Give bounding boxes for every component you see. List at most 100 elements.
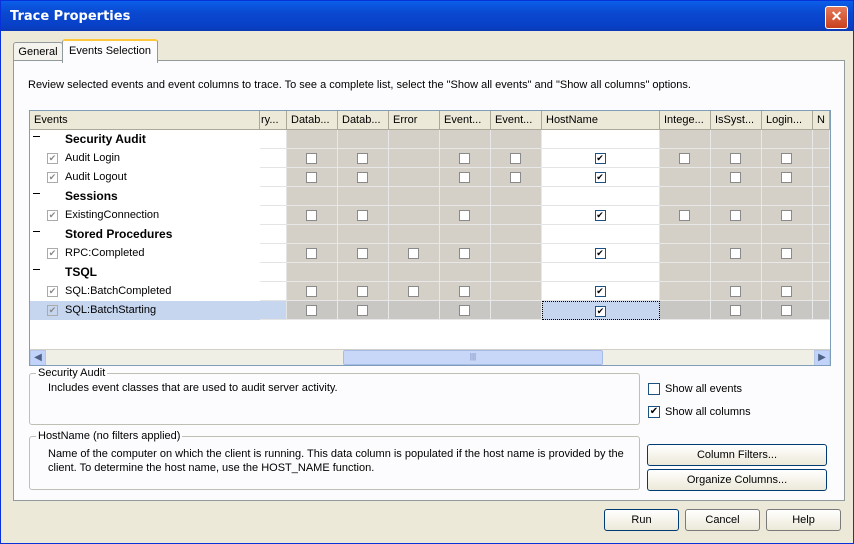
grid-cell[interactable]	[338, 168, 389, 187]
grid-cell[interactable]	[389, 149, 440, 168]
grid-cell[interactable]	[542, 301, 660, 320]
column-checkbox[interactable]	[781, 248, 792, 259]
column-checkbox[interactable]	[510, 172, 521, 183]
column-checkbox[interactable]	[730, 210, 741, 221]
grid-cell[interactable]	[287, 206, 338, 225]
category-row[interactable]: Stored Procedures	[30, 225, 830, 244]
column-checkbox[interactable]	[594, 248, 606, 259]
grid-cell[interactable]	[491, 301, 542, 320]
column-header-event-2[interactable]: Event...	[491, 111, 542, 129]
column-checkbox[interactable]	[730, 248, 741, 259]
grid-cell[interactable]	[711, 168, 762, 187]
grid-cell[interactable]	[660, 244, 711, 263]
column-checkbox[interactable]	[357, 286, 368, 297]
grid-cell[interactable]	[660, 282, 711, 301]
column-checkbox[interactable]	[408, 286, 419, 297]
grid-cell[interactable]	[260, 168, 287, 187]
grid-cell[interactable]	[711, 282, 762, 301]
show-all-columns-label[interactable]: Show all columns	[665, 406, 751, 418]
collapse-icon[interactable]	[33, 193, 40, 194]
organize-columns-button[interactable]: Organize Columns...	[647, 469, 827, 491]
help-button[interactable]: Help	[766, 509, 841, 531]
grid-cell[interactable]	[287, 168, 338, 187]
column-checkbox[interactable]	[781, 305, 792, 316]
column-checkbox[interactable]	[781, 210, 792, 221]
column-checkbox[interactable]	[730, 286, 741, 297]
column-checkbox[interactable]	[594, 210, 606, 221]
show-all-events-checkbox[interactable]	[648, 383, 660, 395]
grid-cell[interactable]	[260, 301, 287, 320]
grid-cell[interactable]	[660, 206, 711, 225]
column-checkbox[interactable]	[459, 286, 470, 297]
run-button[interactable]: Run	[604, 509, 679, 531]
grid-cell[interactable]	[813, 244, 830, 263]
grid-cell[interactable]	[491, 244, 542, 263]
column-checkbox[interactable]	[781, 172, 792, 183]
grid-cell[interactable]	[762, 168, 813, 187]
grid-cell[interactable]	[260, 282, 287, 301]
event-row[interactable]: ✔ ExistingConnection	[30, 206, 830, 225]
column-header-database-1[interactable]: Datab...	[287, 111, 338, 129]
column-checkbox[interactable]	[594, 172, 606, 183]
tab-events-selection[interactable]: Events Selection	[62, 39, 158, 63]
grid-cell[interactable]	[762, 244, 813, 263]
grid-cell[interactable]	[260, 244, 287, 263]
column-header-integer[interactable]: Intege...	[660, 111, 711, 129]
column-checkbox[interactable]	[459, 305, 470, 316]
grid-cell[interactable]	[389, 168, 440, 187]
column-header-events[interactable]: Events	[30, 111, 260, 129]
grid-cell[interactable]	[287, 301, 338, 320]
grid-cell[interactable]	[711, 149, 762, 168]
grid-cell[interactable]	[542, 244, 660, 263]
event-row[interactable]: ✔ Audit Login	[30, 149, 830, 168]
column-checkbox[interactable]	[730, 305, 741, 316]
grid-cell[interactable]	[762, 301, 813, 320]
grid-cell[interactable]	[389, 282, 440, 301]
column-header-database-2[interactable]: Datab...	[338, 111, 389, 129]
column-checkbox[interactable]	[306, 305, 317, 316]
grid-cell[interactable]	[389, 301, 440, 320]
column-header-error[interactable]: Error	[389, 111, 440, 129]
grid-cell[interactable]	[338, 206, 389, 225]
cancel-button[interactable]: Cancel	[685, 509, 760, 531]
event-checkbox[interactable]: ✔	[47, 210, 58, 221]
grid-cell[interactable]	[660, 301, 711, 320]
grid-cell[interactable]	[542, 282, 660, 301]
event-checkbox[interactable]: ✔	[47, 172, 58, 183]
column-checkbox[interactable]	[459, 248, 470, 259]
grid-cell[interactable]	[440, 168, 491, 187]
grid-cell[interactable]	[260, 149, 287, 168]
tab-general[interactable]: General	[13, 42, 63, 61]
grid-cell[interactable]	[542, 168, 660, 187]
grid-cell[interactable]	[338, 149, 389, 168]
event-row[interactable]: ✔ SQL:BatchCompleted	[30, 282, 830, 301]
collapse-icon[interactable]	[33, 136, 40, 137]
grid-cell[interactable]	[660, 168, 711, 187]
column-checkbox[interactable]	[459, 210, 470, 221]
event-row[interactable]: ✔ SQL:BatchStarting	[30, 301, 830, 320]
grid-cell[interactable]	[491, 282, 542, 301]
grid-cell[interactable]	[389, 244, 440, 263]
category-row[interactable]: Security Audit	[30, 130, 830, 149]
grid-cell[interactable]	[762, 149, 813, 168]
grid-cell[interactable]	[491, 168, 542, 187]
show-all-events-label[interactable]: Show all events	[665, 383, 742, 395]
column-checkbox[interactable]	[679, 153, 690, 164]
grid-cell[interactable]	[542, 206, 660, 225]
column-checkbox[interactable]	[306, 153, 317, 164]
grid-cell[interactable]	[660, 149, 711, 168]
grid-cell[interactable]	[287, 149, 338, 168]
column-checkbox[interactable]	[306, 210, 317, 221]
event-row[interactable]: ✔ RPC:Completed	[30, 244, 830, 263]
event-row[interactable]: ✔ Audit Logout	[30, 168, 830, 187]
grid-cell[interactable]	[440, 282, 491, 301]
column-checkbox[interactable]	[730, 172, 741, 183]
column-checkbox[interactable]	[306, 172, 317, 183]
grid-cell[interactable]	[711, 206, 762, 225]
grid-cell[interactable]	[491, 206, 542, 225]
column-checkbox[interactable]	[679, 210, 690, 221]
category-row[interactable]: TSQL	[30, 263, 830, 282]
column-checkbox[interactable]	[408, 248, 419, 259]
grid-cell[interactable]	[711, 301, 762, 320]
event-checkbox[interactable]: ✔	[47, 305, 58, 316]
